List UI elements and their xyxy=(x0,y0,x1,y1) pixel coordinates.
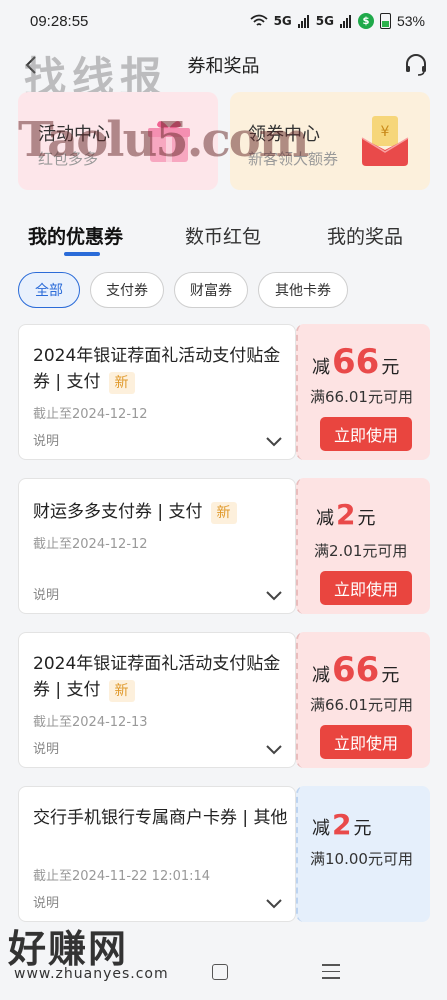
battery-icon xyxy=(379,13,391,29)
signal-5g-label: 5G xyxy=(273,14,292,28)
tab-my-prizes[interactable]: 我的奖品 xyxy=(327,222,403,249)
use-now-button[interactable]: 立即使用 xyxy=(320,571,412,605)
coupon-info: 财运多多支付券 | 支付新 截止至2024-12-12 说明 xyxy=(18,478,296,614)
chevron-down-icon[interactable] xyxy=(265,743,283,757)
coupon-expire: 截止至2024-12-13 xyxy=(33,715,148,730)
coupon-expire: 截止至2024-11-22 12:01:14 xyxy=(33,869,211,884)
chip-all[interactable]: 全部 xyxy=(18,272,80,308)
status-bar: 09:28:55 5G 5G $ 53% xyxy=(0,0,447,42)
chevron-down-icon[interactable] xyxy=(265,435,283,449)
amount-prefix: 减 xyxy=(312,665,330,686)
chevron-down-icon[interactable] xyxy=(265,589,283,603)
chip-payment-coupon[interactable]: 支付券 xyxy=(90,272,164,308)
money-app-icon: $ xyxy=(357,13,374,29)
signal-icon-2 xyxy=(339,14,351,28)
tab-indicator xyxy=(64,252,100,256)
coupon-name-text: 财运多多支付券 | 支付 xyxy=(33,502,203,522)
coupon-name-text: 2024年银证荐面礼活动支付贴金券 | 支付 xyxy=(33,346,281,392)
watermark-bottom: 好赚网 xyxy=(8,927,129,971)
watermark-url: www.zhuanyes.com xyxy=(14,966,169,982)
chip-wealth-coupon[interactable]: 财富券 xyxy=(174,272,248,308)
amount-value: 66 xyxy=(332,342,380,382)
coupon-description-link[interactable]: 说明 xyxy=(33,738,59,757)
coupon-card[interactable]: 2024年银证荐面礼活动支付贴金券 | 支付新 截止至2024-12-13 说明… xyxy=(18,632,430,768)
amount-unit: 元 xyxy=(357,508,376,529)
amount-unit: 元 xyxy=(381,357,400,378)
battery-percent: 53% xyxy=(396,13,425,29)
home-square-icon[interactable] xyxy=(212,964,228,980)
coupon-amount-panel: 减2 元 满10.00元可用 xyxy=(296,786,430,922)
coupon-amount: 减2 元 xyxy=(312,808,371,841)
coupon-description-link[interactable]: 说明 xyxy=(33,584,59,603)
status-icons: 5G 5G $ 53% xyxy=(249,13,425,29)
svg-text:¥: ¥ xyxy=(381,124,390,140)
coupon-description-link[interactable]: 说明 xyxy=(33,892,59,911)
customer-service-button[interactable] xyxy=(403,52,429,78)
coupon-tabs: 我的优惠券 数币红包 我的奖品 xyxy=(0,210,447,260)
min-spend: 满66.01元可用 xyxy=(310,696,413,714)
watermark-mid: Taolu5.com xyxy=(18,112,310,168)
use-now-button[interactable]: 立即使用 xyxy=(320,417,412,451)
coupon-amount: 减66 元 xyxy=(312,650,399,690)
coupon-card[interactable]: 交行手机银行专属商户卡券 | 其他 截止至2024-11-22 12:01:14… xyxy=(18,786,430,922)
headset-icon xyxy=(406,54,426,76)
amount-value: 66 xyxy=(332,650,380,690)
amount-prefix: 减 xyxy=(312,357,330,378)
chevron-down-icon[interactable] xyxy=(265,897,283,911)
amount-value: 2 xyxy=(332,808,352,841)
coupon-card[interactable]: 财运多多支付券 | 支付新 截止至2024-12-12 说明 减2 元 满2.01… xyxy=(18,478,430,614)
chip-other-cards[interactable]: 其他卡券 xyxy=(258,272,348,308)
tab-my-coupons[interactable]: 我的优惠券 xyxy=(28,222,123,249)
status-time: 09:28:55 xyxy=(30,12,89,30)
coupon-info: 交行手机银行专属商户卡券 | 其他 截止至2024-11-22 12:01:14… xyxy=(18,786,296,922)
page-title: 券和奖品 xyxy=(187,56,260,77)
new-badge: 新 xyxy=(108,680,135,702)
coupon-description-link[interactable]: 说明 xyxy=(33,430,59,449)
new-badge: 新 xyxy=(108,372,135,394)
red-envelope-icon: ¥ xyxy=(361,116,409,166)
amount-prefix: 减 xyxy=(312,818,330,839)
new-badge: 新 xyxy=(210,502,237,524)
min-spend: 满66.01元可用 xyxy=(310,388,413,406)
coupon-info: 2024年银证荐面礼活动支付贴金券 | 支付新 截止至2024-12-13 说明 xyxy=(18,632,296,768)
coupon-amount-panel: 减66 元 满66.01元可用 立即使用 xyxy=(296,324,430,460)
menu-lines-icon[interactable] xyxy=(322,964,340,979)
tab-digital-red-envelope[interactable]: 数币红包 xyxy=(185,222,261,249)
coupon-info: 2024年银证荐面礼活动支付贴金券 | 支付新 截止至2024-12-12 说明 xyxy=(18,324,296,460)
coupon-amount-panel: 减2 元 满2.01元可用 立即使用 xyxy=(296,478,430,614)
coupon-amount: 减66 元 xyxy=(312,342,399,382)
signal-5g-label-2: 5G xyxy=(315,14,334,28)
coupon-name: 交行手机银行专属商户卡券 | 其他 xyxy=(33,805,289,831)
coupon-expire: 截止至2024-12-12 xyxy=(33,537,148,552)
coupon-name: 2024年银证荐面礼活动支付贴金券 | 支付新 xyxy=(33,343,289,395)
wifi-icon xyxy=(249,14,268,26)
amount-value: 2 xyxy=(336,498,356,531)
amount-prefix: 减 xyxy=(316,508,334,529)
coupon-expire: 截止至2024-12-12 xyxy=(33,407,148,422)
coupon-name-text: 交行手机银行专属商户卡券 | 其他 xyxy=(33,808,288,828)
amount-unit: 元 xyxy=(381,665,400,686)
coupon-amount: 减2 元 xyxy=(316,498,375,531)
min-spend: 满10.00元可用 xyxy=(310,850,413,868)
coupon-name: 财运多多支付券 | 支付新 xyxy=(33,499,289,525)
coupon-name: 2024年银证荐面礼活动支付贴金券 | 支付新 xyxy=(33,651,289,703)
coupon-amount-panel: 减66 元 满66.01元可用 立即使用 xyxy=(296,632,430,768)
use-now-button[interactable]: 立即使用 xyxy=(320,725,412,759)
signal-icon xyxy=(297,14,309,28)
min-spend: 满2.01元可用 xyxy=(314,542,408,560)
amount-unit: 元 xyxy=(353,818,372,839)
coupon-name-text: 2024年银证荐面礼活动支付贴金券 | 支付 xyxy=(33,654,281,700)
coupon-card[interactable]: 2024年银证荐面礼活动支付贴金券 | 支付新 截止至2024-12-12 说明… xyxy=(18,324,430,460)
